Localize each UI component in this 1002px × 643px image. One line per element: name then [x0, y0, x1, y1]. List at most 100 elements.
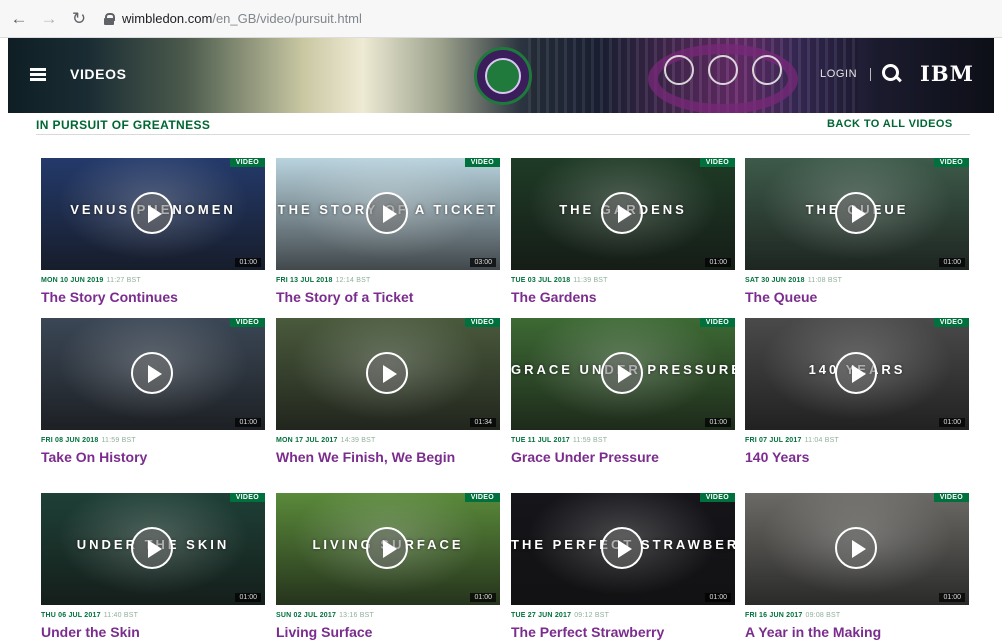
- draws-icon[interactable]: [708, 55, 738, 85]
- video-card[interactable]: GRACE UNDER PRESSUREVIDEO01:00 TUE 11 JUL…: [511, 318, 735, 466]
- video-thumbnail[interactable]: THE GARDENS VIDEO 01:00: [511, 158, 735, 270]
- schedule-icon[interactable]: [752, 55, 782, 85]
- video-card[interactable]: UNDER THE SKINVIDEO01:00 THU 06 JUL 20171…: [41, 493, 265, 641]
- video-date-day: SAT 30 JUN 2018: [745, 277, 805, 284]
- video-date-day: FRI 08 JUN 2018: [41, 437, 99, 444]
- video-title[interactable]: The Queue: [745, 289, 969, 306]
- video-title[interactable]: Under the Skin: [41, 624, 265, 641]
- play-icon[interactable]: [835, 527, 877, 569]
- video-title[interactable]: The Gardens: [511, 289, 735, 306]
- reload-icon[interactable]: ↻: [68, 8, 90, 30]
- play-icon[interactable]: [131, 192, 173, 234]
- ibm-logo[interactable]: IBM: [920, 61, 974, 86]
- video-time: 11:59 BST: [572, 437, 608, 444]
- video-date: TUE 03 JUL 2018 11:39 BST: [511, 277, 735, 287]
- video-title[interactable]: The Perfect Strawberry: [511, 624, 735, 641]
- video-date-day: MON 10 JUN 2019: [41, 277, 104, 284]
- video-badge: VIDEO: [933, 158, 969, 167]
- video-date-day: THU 06 JUL 2017: [41, 612, 101, 619]
- video-thumbnail[interactable]: VIDEO 01:00: [745, 493, 969, 605]
- play-icon[interactable]: [366, 527, 408, 569]
- header-title: VIDEOS: [70, 66, 127, 82]
- wimbledon-logo[interactable]: [474, 47, 532, 105]
- divider: [870, 68, 871, 81]
- video-thumbnail[interactable]: THE PERFECT STRAWBERRYVIDEO01:00: [511, 493, 735, 605]
- video-time: 13:16 BST: [339, 612, 374, 619]
- video-card[interactable]: VENUS PHENOMEN VIDEO 01:00 MON 10 JUN 2019 1…: [41, 158, 265, 306]
- video-thumbnail[interactable]: THE STORY OF A TICKETVIDEO03:00: [276, 158, 500, 270]
- video-thumbnail[interactable]: VIDEO 01:34: [276, 318, 500, 430]
- video-date: TUE 11 JUL 2017 11:59 BST: [511, 437, 735, 447]
- video-card[interactable]: THE GARDENS VIDEO 01:00 TUE 03 JUL 2018 11:3…: [511, 158, 735, 306]
- play-icon[interactable]: [131, 352, 173, 394]
- video-date-day: TUE 03 JUL 2018: [511, 277, 571, 284]
- video-thumbnail[interactable]: LIVING SURFACE VIDEO 01:00: [276, 493, 500, 605]
- video-card[interactable]: THE QUEUE VIDEO 01:00 SAT 30 JUN 2018 11:08 …: [745, 158, 969, 306]
- video-duration: 01:00: [939, 258, 965, 267]
- login-link[interactable]: LOGIN: [820, 68, 857, 80]
- address-bar[interactable]: wimbledon.com/en_GB/video/pursuit.html: [104, 6, 362, 32]
- video-time: 11:40 BST: [103, 612, 139, 619]
- video-duration: 01:00: [939, 418, 965, 427]
- video-date: FRI 07 JUL 2017 11:04 BST: [745, 437, 969, 447]
- video-time: 09:08 BST: [805, 612, 841, 619]
- video-card[interactable]: THE STORY OF A TICKETVIDEO03:00 FRI 13 JU…: [276, 158, 500, 306]
- video-time: 09:12 BST: [574, 612, 610, 619]
- video-thumbnail[interactable]: THE QUEUE VIDEO 01:00: [745, 158, 969, 270]
- video-title[interactable]: The Story Continues: [41, 289, 265, 306]
- play-icon[interactable]: [601, 352, 643, 394]
- play-icon[interactable]: [366, 352, 408, 394]
- play-icon[interactable]: [835, 192, 877, 234]
- video-title[interactable]: Living Surface: [276, 624, 500, 641]
- video-thumbnail[interactable]: GRACE UNDER PRESSUREVIDEO01:00: [511, 318, 735, 430]
- search-icon[interactable]: [880, 62, 904, 86]
- video-date: MON 17 JUL 2017 14:39 BST: [276, 437, 500, 447]
- forward-arrow-icon[interactable]: →: [38, 8, 60, 30]
- divider: [36, 134, 970, 135]
- video-thumbnail[interactable]: VENUS PHENOMEN VIDEO 01:00: [41, 158, 265, 270]
- video-title[interactable]: Take On History: [41, 449, 265, 466]
- play-icon[interactable]: [601, 192, 643, 234]
- video-card[interactable]: LIVING SURFACE VIDEO 01:00 SUN 02 JUL 2017 1…: [276, 493, 500, 641]
- video-badge: VIDEO: [933, 318, 969, 327]
- play-icon[interactable]: [366, 192, 408, 234]
- play-icon[interactable]: [131, 527, 173, 569]
- video-duration: 01:00: [470, 593, 496, 602]
- video-duration: 01:00: [939, 593, 965, 602]
- video-duration: 01:34: [470, 418, 496, 427]
- video-badge: VIDEO: [699, 158, 735, 167]
- play-icon[interactable]: [601, 527, 643, 569]
- video-badge: VIDEO: [699, 318, 735, 327]
- video-thumbnail[interactable]: VIDEO 01:00: [41, 318, 265, 430]
- video-badge: VIDEO: [229, 158, 265, 167]
- video-date-day: FRI 07 JUL 2017: [745, 437, 802, 444]
- video-title[interactable]: Grace Under Pressure: [511, 449, 735, 466]
- video-card[interactable]: VIDEO 01:00 FRI 16 JUN 2017 09:08 BST A Year…: [745, 493, 969, 641]
- url-path: /en_GB/video/pursuit.html: [212, 11, 362, 26]
- video-card[interactable]: THE PERFECT STRAWBERRYVIDEO01:00TUE 27 J…: [511, 493, 735, 641]
- video-title[interactable]: A Year in the Making: [745, 624, 969, 641]
- video-card[interactable]: VIDEO 01:00 FRI 08 JUN 2018 11:59 BST Take O…: [41, 318, 265, 466]
- video-thumbnail[interactable]: UNDER THE SKINVIDEO01:00: [41, 493, 265, 605]
- video-time: 11:59 BST: [101, 437, 136, 444]
- video-title[interactable]: 140 Years: [745, 449, 969, 466]
- back-to-all-videos-link[interactable]: BACK TO ALL VIDEOS: [827, 118, 953, 130]
- back-arrow-icon[interactable]: ←: [8, 8, 30, 30]
- video-badge: VIDEO: [464, 318, 500, 327]
- video-duration: 01:00: [705, 593, 731, 602]
- video-badge: VIDEO: [229, 318, 265, 327]
- video-card[interactable]: VIDEO 01:34 MON 17 JUL 2017 14:39 BST When W…: [276, 318, 500, 466]
- play-icon[interactable]: [835, 352, 877, 394]
- video-title[interactable]: When We Finish, We Begin: [276, 449, 500, 466]
- video-badge: VIDEO: [229, 493, 265, 502]
- video-date-day: MON 17 JUL 2017: [276, 437, 338, 444]
- video-thumbnail[interactable]: 140 YEARSVIDEO01:00: [745, 318, 969, 430]
- video-date: SUN 02 JUL 2017 13:16 BST: [276, 612, 500, 622]
- menu-icon[interactable]: [30, 68, 46, 81]
- video-time: 11:39 BST: [573, 277, 608, 284]
- video-card[interactable]: 140 YEARSVIDEO01:00FRI 07 JUL 201711:04 …: [745, 318, 969, 466]
- video-date-day: FRI 16 JUN 2017: [745, 612, 803, 619]
- video-title[interactable]: The Story of a Ticket: [276, 289, 500, 306]
- video-date: FRI 13 JUL 2018 12:14 BST: [276, 277, 500, 287]
- scores-icon[interactable]: [664, 55, 694, 85]
